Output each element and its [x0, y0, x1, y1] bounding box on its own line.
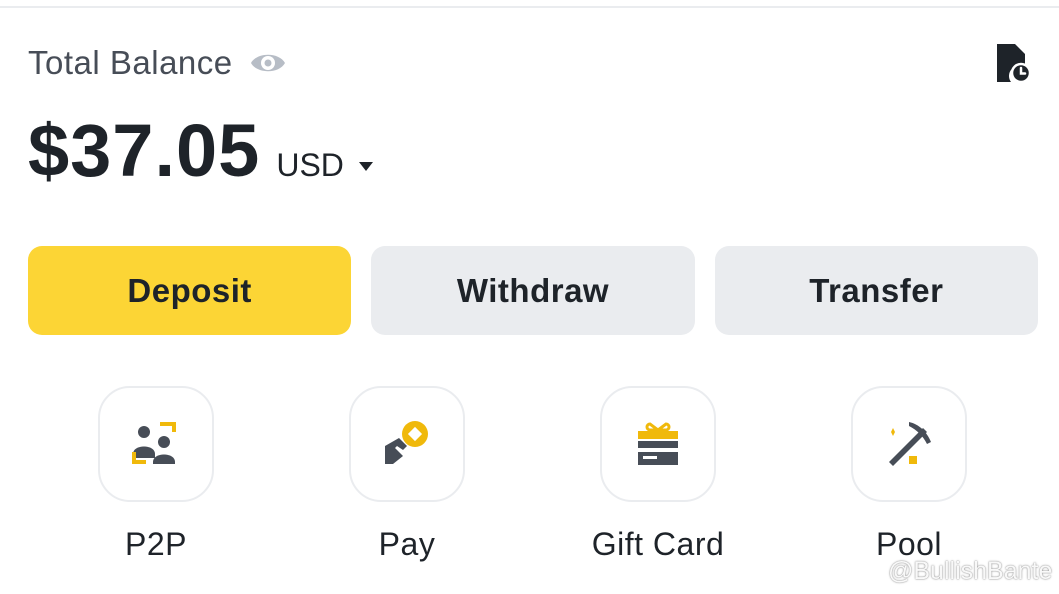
pay-icon	[385, 421, 428, 464]
shortcut-label-gift-card: Gift Card	[591, 526, 725, 562]
shortcut-pool[interactable]: Pool	[819, 386, 999, 563]
shortcut-grid: P2P Pay Gift Card Pool	[0, 386, 1059, 576]
currency-selector[interactable]: USD	[276, 147, 374, 184]
total-balance-title: Total Balance	[28, 44, 233, 81]
shortcut-gift-card-tile[interactable]	[600, 386, 716, 502]
history-icon[interactable]	[995, 42, 1033, 84]
withdraw-button[interactable]: Withdraw	[371, 246, 695, 335]
shortcut-label-p2p: P2P	[125, 526, 187, 562]
deposit-button[interactable]: Deposit	[28, 246, 352, 335]
shortcut-pay[interactable]: Pay	[317, 386, 497, 563]
watermark: @BullishBante	[854, 557, 1059, 586]
balance-amount: $37.05	[28, 109, 261, 192]
shortcut-p2p[interactable]: P2P	[66, 386, 246, 563]
watermark-logo-icon	[854, 561, 882, 582]
gift-card-icon	[638, 422, 678, 465]
shortcut-pay-tile[interactable]	[349, 386, 465, 502]
p2p-icon	[132, 422, 176, 464]
eye-icon[interactable]	[249, 48, 287, 78]
currency-label: USD	[276, 147, 344, 183]
shortcut-label-pay: Pay	[378, 526, 436, 562]
top-divider	[0, 0, 1059, 8]
caret-down-icon	[358, 160, 374, 172]
shortcut-pool-tile[interactable]	[851, 386, 967, 502]
pickaxe-icon	[889, 422, 931, 466]
shortcut-p2p-tile[interactable]	[98, 386, 214, 502]
transfer-button[interactable]: Transfer	[714, 246, 1038, 335]
watermark-text: @BullishBante	[888, 557, 1053, 585]
balance-header: Total Balance	[28, 44, 287, 82]
shortcut-gift-card[interactable]: Gift Card	[568, 386, 748, 563]
balance-row: $37.05 USD	[28, 108, 374, 193]
action-buttons: Deposit Withdraw Transfer	[28, 246, 1038, 335]
